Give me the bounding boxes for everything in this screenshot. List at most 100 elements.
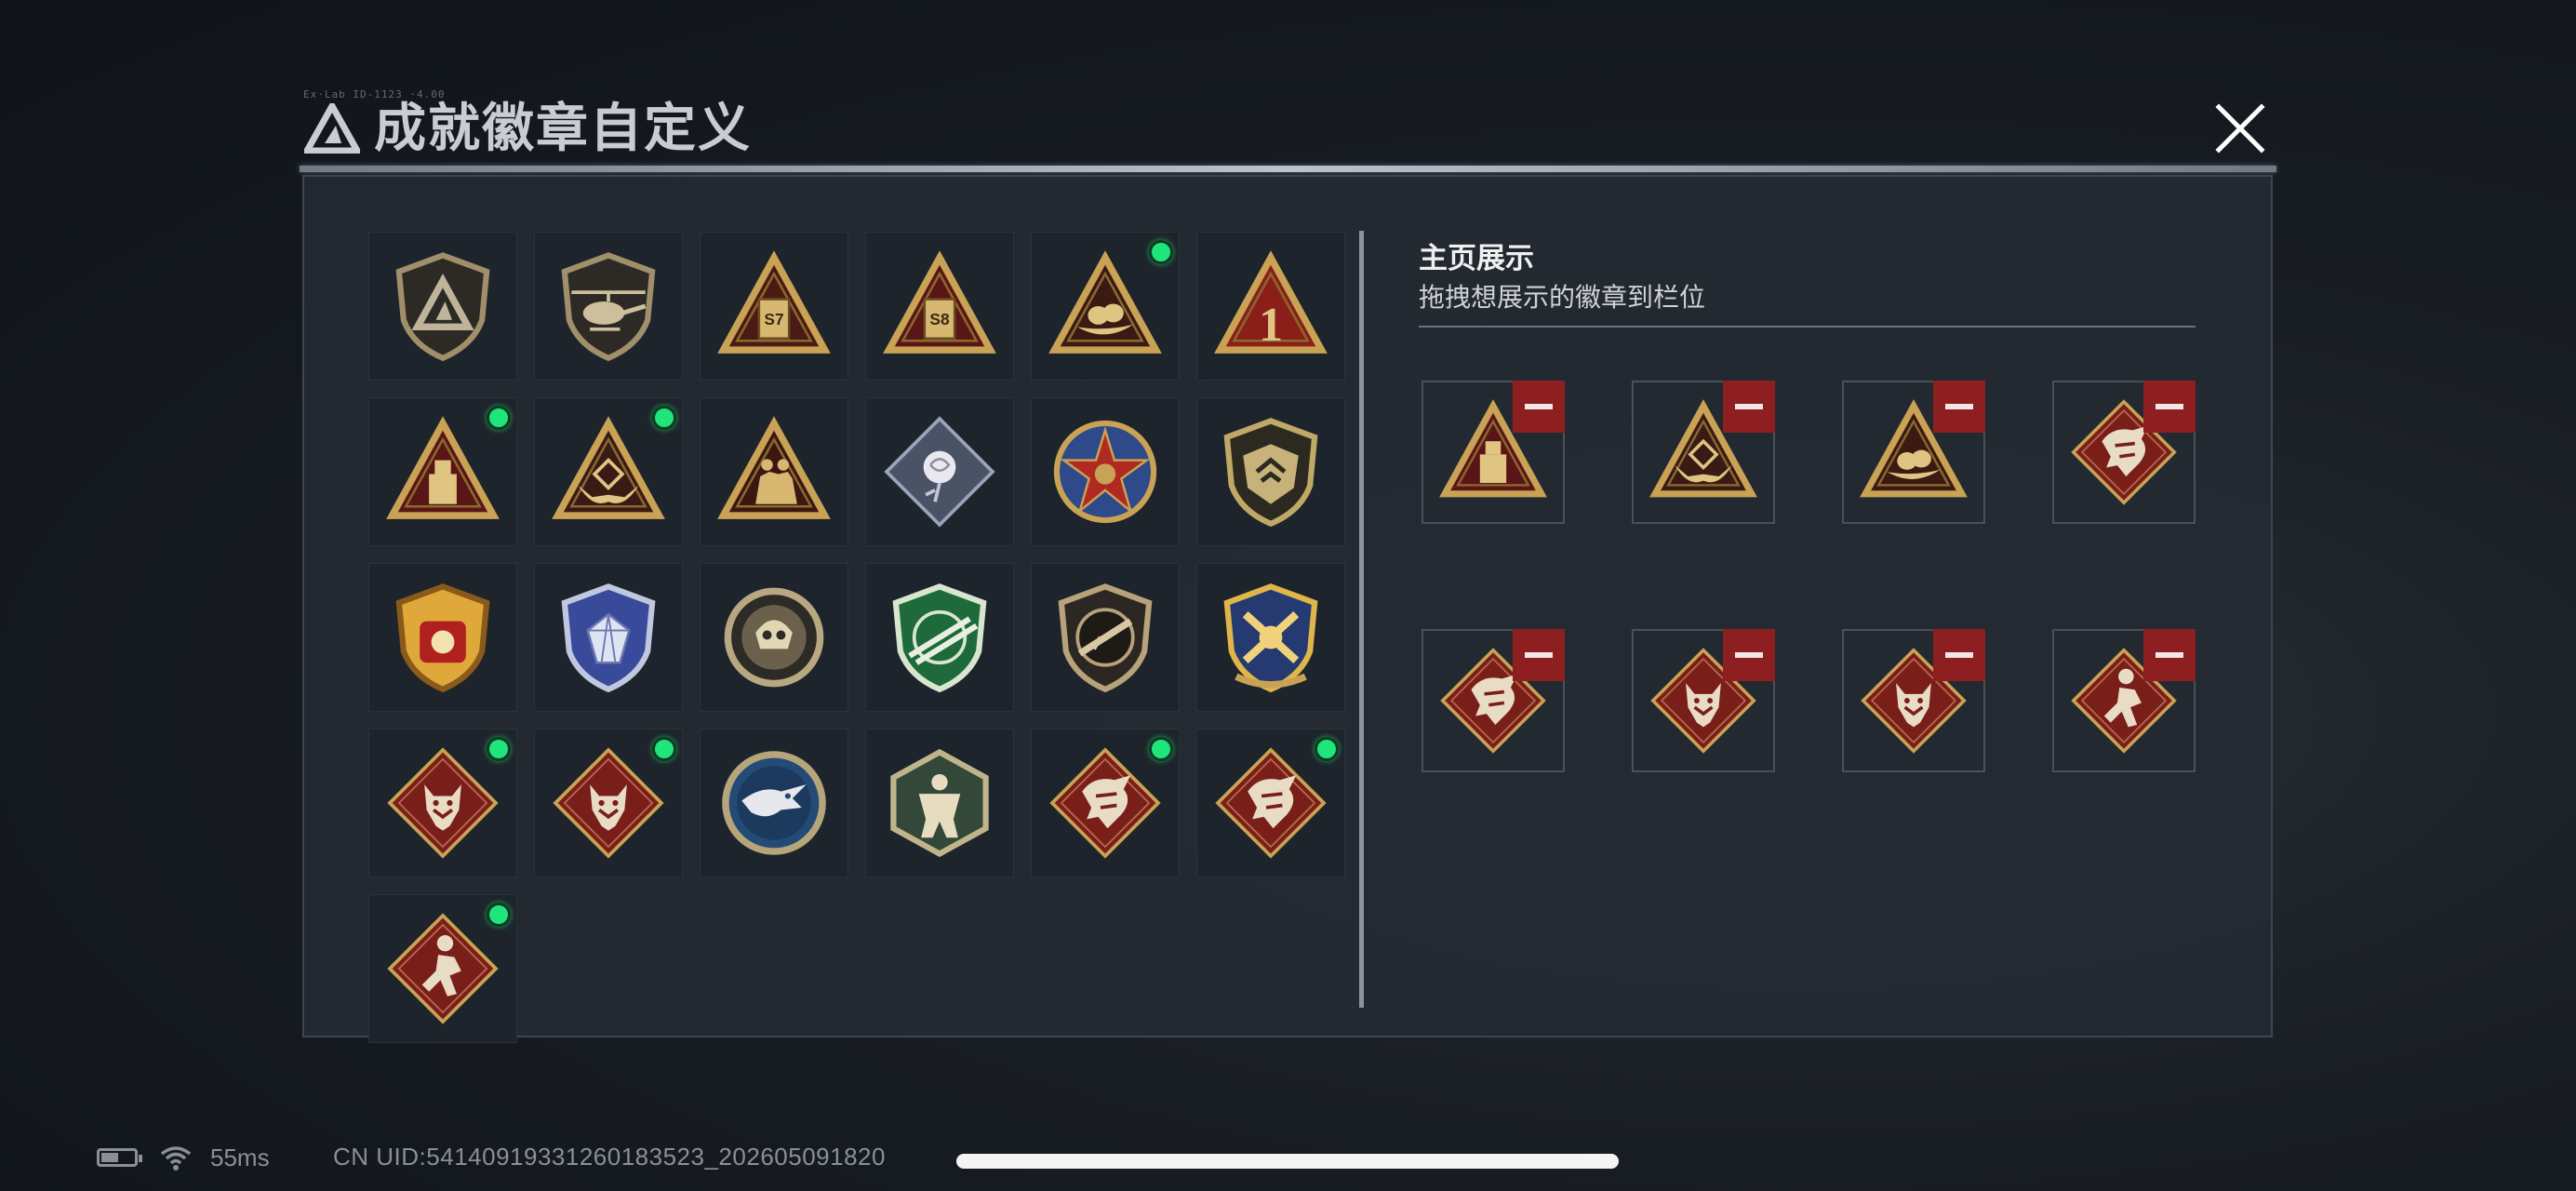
s8-triangle-badge-icon: S8 [883,250,996,354]
wifi-icon [160,1146,192,1171]
helicopter-badge-icon [561,252,656,362]
badge-item-rose-diamond-badge[interactable] [865,397,1014,546]
dragon-diamond-badge-icon [1049,747,1161,859]
badge-item-dragon-diamond-badge[interactable] [1196,729,1345,877]
remove-badge-button[interactable] [1723,629,1775,681]
stars-gold-shield-badge-icon [395,583,490,693]
minus-icon [1525,404,1553,409]
badge-item-eagle-round-badge[interactable] [700,729,848,877]
showcase-slot[interactable] [2052,381,2196,524]
showcase-slot[interactable] [1842,381,1985,524]
strongman-hex-badge-icon [890,748,989,858]
showcase-slot[interactable] [1632,381,1775,524]
showcase-subtitle: 拖拽想展示的徽章到栏位 [1419,283,1706,312]
badge-item-star-round-badge[interactable] [1031,397,1180,546]
new-indicator-dot [1149,240,1173,264]
minus-icon [2156,652,2183,658]
soldiers-triangle-badge-icon [717,416,831,519]
remove-badge-button[interactable] [1723,381,1775,433]
close-icon [2215,103,2265,154]
badge-item-rifle-shield-badge[interactable] [1031,563,1180,712]
new-indicator-dot [1149,737,1173,761]
badge-item-shield-logo-badge[interactable] [368,232,517,381]
minus-icon [2156,404,2183,409]
usb-triangle-badge-icon [386,416,500,519]
star-round-badge-icon [1053,420,1157,524]
badge-item-wolf-diamond-badge[interactable] [534,729,683,877]
badge-item-skull-round-badge[interactable] [700,563,848,712]
new-indicator-dot [487,903,511,927]
badge-item-number-one-triangle-badge[interactable]: 1 [1196,232,1345,381]
close-button[interactable] [2207,95,2274,162]
status-bar: 55ms [97,1139,270,1176]
remove-badge-button[interactable] [1933,629,1985,681]
game-logo-icon [304,103,360,154]
panel-scrollbar[interactable] [1359,231,1364,1008]
showcase-slot[interactable] [2052,629,2196,772]
page-title: 成就徽章自定义 [374,99,752,159]
gem-blue-shield-badge-icon [561,583,656,693]
header-divider [300,166,2276,172]
minus-icon [1945,652,1973,658]
showcase-slot[interactable] [1421,629,1565,772]
home-indicator[interactable] [956,1154,1619,1169]
rifle-shield-badge-icon [1058,583,1153,693]
shield-logo-badge-icon [395,252,490,362]
badge-item-soldiers-triangle-badge[interactable] [700,397,848,546]
badge-item-s7-triangle-badge[interactable]: S7 [700,232,848,381]
showcase-slot[interactable] [1421,381,1565,524]
minus-icon [1525,652,1553,658]
badge-item-strongman-hex-badge[interactable] [865,729,1014,877]
badge-item-runner-diamond-badge[interactable] [368,894,517,1043]
svg-text:S7: S7 [764,310,783,328]
new-indicator-dot [487,737,511,761]
minus-icon [1945,404,1973,409]
dragon-diamond-badge-icon [1215,747,1327,859]
showcase-divider [1419,326,2196,328]
remove-badge-button[interactable] [2143,381,2196,433]
remove-badge-button[interactable] [1933,381,1985,433]
tactical-shield-badge-icon [1223,418,1318,528]
dialog-header: Ex·Lab ID-1123 ·4.00 成就徽章自定义 [300,88,2276,172]
new-indicator-dot [652,737,676,761]
showcase-slot[interactable] [1842,629,1985,772]
badge-item-s8-triangle-badge[interactable]: S8 [865,232,1014,381]
svg-text:S8: S8 [929,310,950,328]
wolf-diamond-badge-icon [387,747,499,859]
new-indicator-dot [652,406,676,430]
badge-item-hands-triangle-badge[interactable] [534,397,683,546]
ping-value: 55ms [210,1143,270,1171]
svg-text:1: 1 [1259,299,1283,352]
new-indicator-dot [487,406,511,430]
badge-item-gem-blue-shield-badge[interactable] [534,563,683,712]
badge-item-wolf-diamond-badge[interactable] [368,729,517,877]
nest-triangle-badge-icon [1048,250,1162,354]
badge-item-nest-triangle-badge[interactable] [1031,232,1180,381]
eagle-round-badge-icon [722,751,826,855]
hands-triangle-badge-icon [552,416,665,519]
runner-diamond-badge-icon [387,913,499,1024]
user-uid: CN UID:54140919331260183523_202605091820 [333,1143,886,1171]
battery-icon [97,1148,142,1167]
badge-item-dragon-diamond-badge[interactable] [1031,729,1180,877]
minus-icon [1735,404,1763,409]
badge-item-usb-triangle-badge[interactable] [368,397,517,546]
showcase-title: 主页展示 [1419,242,1534,274]
remove-badge-button[interactable] [2143,629,2196,681]
remove-badge-button[interactable] [1513,381,1565,433]
badge-item-rifle-green-shield-badge[interactable] [865,563,1014,712]
badge-item-stars-gold-shield-badge[interactable] [368,563,517,712]
wolf-diamond-badge-icon [553,747,664,859]
badge-item-tactical-shield-badge[interactable] [1196,397,1345,546]
new-indicator-dot [1315,737,1339,761]
remove-badge-button[interactable] [1513,629,1565,681]
number-one-triangle-badge-icon: 1 [1214,250,1328,354]
rose-diamond-badge-icon [884,416,995,528]
badge-item-helicopter-badge[interactable] [534,232,683,381]
skull-round-badge-icon [724,587,824,688]
badge-item-crossed-gold-shield-badge[interactable] [1196,563,1345,712]
s7-triangle-badge-icon: S7 [717,250,831,354]
minus-icon [1735,652,1763,658]
rifle-green-shield-badge-icon [892,583,987,693]
showcase-slot[interactable] [1632,629,1775,772]
